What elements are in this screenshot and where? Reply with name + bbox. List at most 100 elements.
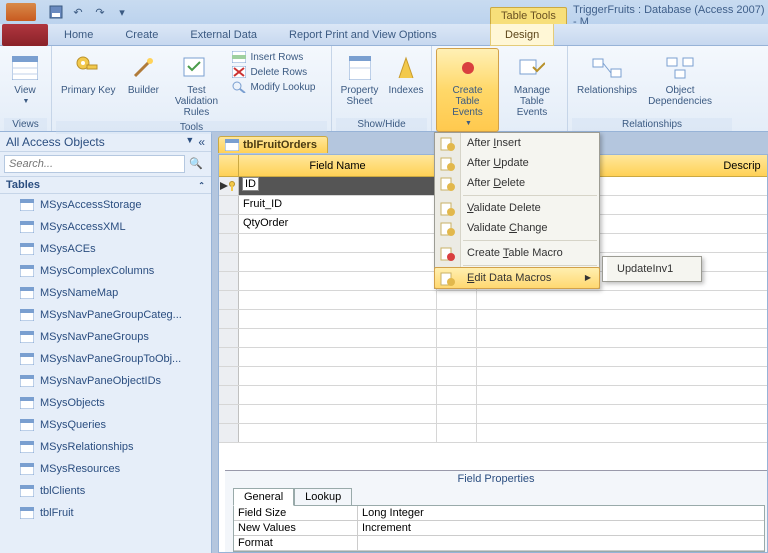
data-type-cell[interactable]: [437, 386, 477, 404]
field-name-cell[interactable]: [239, 291, 437, 309]
table-row[interactable]: [219, 348, 767, 367]
row-selector[interactable]: [219, 405, 239, 423]
table-row[interactable]: [219, 386, 767, 405]
tab-home[interactable]: Home: [48, 24, 109, 46]
table-row[interactable]: [219, 329, 767, 348]
row-selector[interactable]: [219, 329, 239, 347]
delete-rows-button[interactable]: Delete Rows: [228, 65, 319, 79]
field-name-cell[interactable]: Fruit_ID: [239, 196, 437, 214]
manage-table-events-button[interactable]: Manage Table Events: [501, 48, 563, 121]
col-field-name[interactable]: Field Name: [239, 155, 437, 176]
nav-collapse-icon[interactable]: «: [198, 135, 205, 149]
nav-item[interactable]: MSysQueries: [0, 414, 211, 436]
create-table-events-button[interactable]: Create Table Events▼: [436, 48, 499, 132]
tab-general[interactable]: General: [233, 488, 294, 506]
nav-item[interactable]: MSysObjects: [0, 392, 211, 414]
field-name-cell[interactable]: [239, 386, 437, 404]
data-type-cell[interactable]: [437, 424, 477, 442]
field-name-cell[interactable]: [239, 310, 437, 328]
field-name-cell[interactable]: [239, 424, 437, 442]
row-selector[interactable]: [219, 424, 239, 442]
test-validation-button[interactable]: Test Validation Rules: [166, 48, 226, 121]
nav-search-input[interactable]: [4, 155, 185, 173]
qat-dropdown-icon[interactable]: ▾: [114, 4, 130, 20]
tab-design[interactable]: Design: [490, 24, 554, 46]
field-name-cell[interactable]: ID: [239, 177, 437, 195]
nav-item[interactable]: MSysAccessStorage: [0, 194, 211, 216]
document-tab[interactable]: tblFruitOrders: [218, 136, 328, 153]
property-row[interactable]: Field SizeLong Integer: [234, 506, 764, 521]
row-selector[interactable]: [219, 215, 239, 233]
submenu-item-updateinv1[interactable]: UpdateInv1: [605, 259, 699, 279]
data-type-cell[interactable]: [437, 291, 477, 309]
nav-item[interactable]: MSysRelationships: [0, 436, 211, 458]
menu-item[interactable]: Validate Delete: [435, 198, 599, 218]
tab-create[interactable]: Create: [109, 24, 174, 46]
search-icon[interactable]: 🔍: [185, 155, 207, 173]
property-row[interactable]: New ValuesIncrement: [234, 521, 764, 536]
object-dependencies-button[interactable]: Object Dependencies: [644, 48, 716, 110]
nav-header[interactable]: All Access Objects ▼ «: [0, 132, 211, 152]
nav-category-tables[interactable]: Tables ⌃: [0, 177, 211, 194]
primary-key-button[interactable]: Primary Key: [56, 48, 120, 99]
field-properties-grid[interactable]: Field SizeLong IntegerNew ValuesIncremen…: [233, 505, 765, 552]
save-icon[interactable]: [48, 4, 64, 20]
tab-external-data[interactable]: External Data: [174, 24, 273, 46]
row-selector[interactable]: [219, 348, 239, 366]
nav-item[interactable]: MSysNavPaneGroupCateg...: [0, 304, 211, 326]
data-type-cell[interactable]: [437, 348, 477, 366]
undo-icon[interactable]: ↶: [70, 4, 86, 20]
row-selector[interactable]: [219, 310, 239, 328]
row-selector[interactable]: [219, 177, 239, 195]
menu-item[interactable]: Edit Data Macros▶: [434, 267, 600, 289]
field-name-cell[interactable]: [239, 272, 437, 290]
field-name-cell[interactable]: [239, 348, 437, 366]
table-row[interactable]: [219, 424, 767, 443]
table-row[interactable]: [219, 405, 767, 424]
tab-lookup[interactable]: Lookup: [294, 488, 352, 506]
nav-dropdown-icon[interactable]: ▼: [185, 135, 194, 149]
field-name-cell[interactable]: QtyOrder: [239, 215, 437, 233]
row-selector[interactable]: [219, 234, 239, 252]
data-type-cell[interactable]: [437, 329, 477, 347]
row-selector[interactable]: [219, 253, 239, 271]
property-sheet-button[interactable]: Property Sheet: [336, 48, 383, 110]
data-type-cell[interactable]: [437, 367, 477, 385]
tab-report-print-view[interactable]: Report Print and View Options: [273, 24, 453, 46]
nav-item[interactable]: MSysNavPaneObjectIDs: [0, 370, 211, 392]
nav-item[interactable]: tblClients: [0, 480, 211, 502]
table-row[interactable]: [219, 310, 767, 329]
menu-item[interactable]: Create Table Macro: [435, 243, 599, 263]
file-tab[interactable]: [2, 24, 48, 46]
table-row[interactable]: [219, 291, 767, 310]
nav-item[interactable]: MSysACEs: [0, 238, 211, 260]
indexes-button[interactable]: Indexes: [385, 48, 427, 99]
app-menu-button[interactable]: [6, 3, 36, 21]
field-name-cell[interactable]: [239, 405, 437, 423]
view-button[interactable]: View▼: [4, 48, 46, 110]
redo-icon[interactable]: ↷: [92, 4, 108, 20]
nav-item[interactable]: MSysNavPaneGroupToObj...: [0, 348, 211, 370]
table-row[interactable]: [219, 367, 767, 386]
nav-item[interactable]: MSysAccessXML: [0, 216, 211, 238]
menu-item[interactable]: Validate Change: [435, 218, 599, 238]
row-selector[interactable]: [219, 367, 239, 385]
builder-button[interactable]: Builder: [122, 48, 164, 99]
row-selector[interactable]: [219, 386, 239, 404]
menu-item[interactable]: After Insert: [435, 133, 599, 153]
row-selector[interactable]: [219, 291, 239, 309]
menu-item[interactable]: After Update: [435, 153, 599, 173]
insert-rows-button[interactable]: Insert Rows: [228, 50, 319, 64]
nav-item[interactable]: MSysNameMap: [0, 282, 211, 304]
field-name-cell[interactable]: [239, 234, 437, 252]
nav-item[interactable]: MSysResources: [0, 458, 211, 480]
nav-item[interactable]: MSysNavPaneGroups: [0, 326, 211, 348]
row-selector[interactable]: [219, 196, 239, 214]
field-name-cell[interactable]: [239, 253, 437, 271]
row-selector[interactable]: [219, 272, 239, 290]
data-type-cell[interactable]: [437, 405, 477, 423]
nav-item[interactable]: tblFruit: [0, 502, 211, 524]
modify-lookup-button[interactable]: Modify Lookup: [228, 80, 319, 94]
relationships-button[interactable]: Relationships: [572, 48, 642, 99]
nav-item[interactable]: MSysComplexColumns: [0, 260, 211, 282]
